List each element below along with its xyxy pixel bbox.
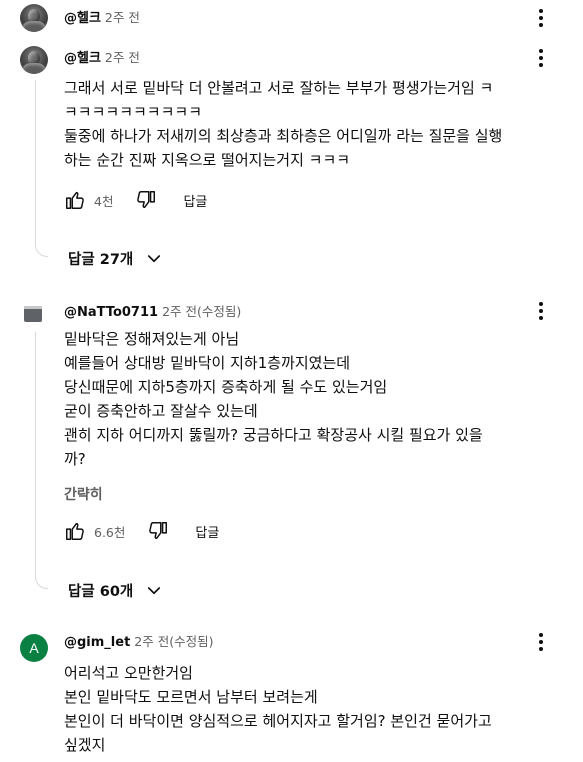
comment-line: 밑바닥은 정해져있는게 아님 (64, 330, 240, 348)
comment-author[interactable]: @gim_let (64, 635, 130, 650)
comment-line: 싶겠지 (64, 736, 106, 754)
replies-toggle[interactable]: 답글 60개 (68, 580, 163, 601)
comment-header: @헬크 2주 전 (64, 9, 140, 28)
like-count: 6.6천 (94, 524, 126, 540)
avatar[interactable] (20, 300, 48, 328)
comments-section: @헬크 2주 전 @헬크 2주 전 그래서 서로 밑바닥 더 안볼려고 서로 잘하는… (0, 0, 583, 762)
comment-line: 하는 순간 진짜 지옥으로 떨어지는거지 ㅋㅋㅋ (64, 151, 351, 169)
comment-line: 둘중에 하나가 저새끼의 최상층과 최하층은 어디일까 라는 질문을 실행 (64, 127, 503, 145)
comment-line: 까? (64, 450, 86, 468)
comment-line: 어리석고 오만한거임 (64, 664, 193, 682)
more-vert-icon[interactable] (531, 300, 551, 322)
comment-actions: 4천 답글 (64, 189, 207, 211)
comment-body: 어리석고 오만한거임 본인 밑바닥도 모르면서 남부터 보려는게 본인이 더 바… (64, 661, 492, 757)
comment-line: 본인이 더 바닥이면 양심적으로 헤어지자고 할거임? 본인건 묻어가고 (64, 712, 492, 730)
comment-actions: 6.6천 답글 (64, 520, 219, 542)
comment-author[interactable]: @NaTTo0711 (64, 305, 158, 320)
comment-body: 그래서 서로 밑바닥 더 안볼려고 서로 잘하는 부부가 평생가는거임 ㅋ ㅋㅋ… (64, 76, 502, 172)
comment-author[interactable]: @헬크 (64, 11, 101, 26)
reply-button[interactable]: 답글 (183, 191, 207, 210)
avatar[interactable]: A (20, 634, 48, 662)
thumbs-up-icon[interactable] (64, 189, 86, 211)
avatar[interactable] (20, 46, 48, 74)
comment-timestamp[interactable]: 2주 전(수정됨) (162, 304, 241, 319)
comment-line: 당신때문에 지하5층까지 증축하게 될 수도 있는거임 (64, 378, 388, 396)
thumbs-up-icon[interactable] (64, 520, 86, 542)
comment-body: 밑바닥은 정해져있는게 아님 예를들어 상대방 밑바닥이 지하1층까지였는데 당… (64, 327, 483, 471)
more-vert-icon[interactable] (531, 47, 551, 69)
thumbs-down-icon[interactable] (147, 520, 169, 542)
comment-header: @헬크 2주 전 (64, 49, 140, 68)
comment-timestamp[interactable]: 2주 전 (105, 50, 140, 65)
read-less-button[interactable]: 간략히 (64, 484, 103, 504)
replies-toggle[interactable]: 답글 27개 (68, 248, 163, 269)
comment-line: 굳이 증축안하고 잘살수 있는데 (64, 402, 258, 420)
comment-line: 괜히 지하 어디까지 뚫릴까? 궁금하다고 확장공사 시킬 필요가 있을 (64, 426, 483, 444)
more-vert-icon[interactable] (531, 7, 551, 29)
comment-header: @NaTTo0711 2주 전(수정됨) (64, 303, 241, 322)
thread-connector (35, 332, 48, 589)
replies-count: 답글 60개 (68, 584, 134, 600)
avatar[interactable] (20, 4, 48, 32)
comment-line: 그래서 서로 밑바닥 더 안볼려고 서로 잘하는 부부가 평생가는거임 ㅋ (64, 79, 494, 97)
replies-count: 답글 27개 (68, 252, 134, 268)
like-count: 4천 (94, 193, 114, 209)
comment-line: ㅋㅋㅋㅋㅋㅋㅋㅋㅋㅋ (64, 103, 203, 121)
comment-author[interactable]: @헬크 (64, 51, 101, 66)
comment-line: 예를들어 상대방 밑바닥이 지하1층까지였는데 (64, 354, 351, 372)
comment-header: @gim_let 2주 전(수정됨) (64, 633, 213, 652)
chevron-down-icon (148, 254, 161, 262)
comment-timestamp[interactable]: 2주 전 (105, 10, 140, 25)
thread-connector (35, 80, 48, 257)
comment-timestamp[interactable]: 2주 전(수정됨) (134, 634, 213, 649)
more-vert-icon[interactable] (531, 631, 551, 653)
chevron-down-icon (148, 586, 161, 594)
thumbs-down-icon[interactable] (135, 189, 157, 211)
comment-line: 본인 밑바닥도 모르면서 남부터 보려는게 (64, 688, 318, 706)
reply-button[interactable]: 답글 (195, 522, 219, 541)
